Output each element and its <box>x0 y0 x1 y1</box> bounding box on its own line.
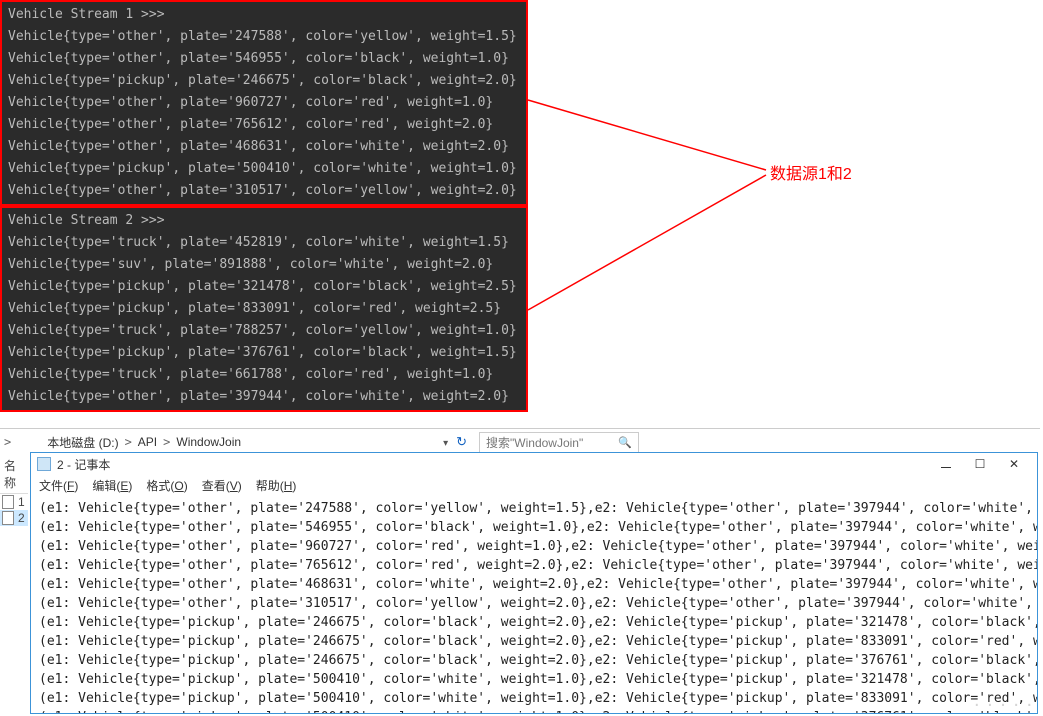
console-line: Vehicle{type='other', plate='960727', co… <box>8 92 520 114</box>
notepad-titlebar[interactable]: 2 - 记事本 ☐ ✕ <box>31 453 1037 475</box>
notepad-row: (e1: Vehicle{type='pickup', plate='24667… <box>39 632 1029 651</box>
console-line: Vehicle{type='other', plate='247588', co… <box>8 26 520 48</box>
file-list-panel: 名称 1 2 <box>0 455 28 526</box>
name-column-header[interactable]: 名称 <box>0 455 28 494</box>
close-button[interactable]: ✕ <box>997 454 1031 474</box>
console-line: Vehicle{type='other', plate='310517', co… <box>8 180 520 202</box>
file-icon <box>2 495 14 509</box>
annotation-text: 数据源1和2 <box>770 160 852 184</box>
maximize-button[interactable]: ☐ <box>963 454 997 474</box>
crumb-windowjoin[interactable]: WindowJoin <box>174 435 243 449</box>
console-area: Vehicle Stream 1 >>> Vehicle{type='other… <box>0 0 528 414</box>
breadcrumb[interactable]: 本地磁盘 (D:) API WindowJoin <box>45 434 243 451</box>
notepad-row: (e1: Vehicle{type='pickup', plate='50041… <box>39 708 1029 713</box>
console-line: Vehicle{type='pickup', plate='833091', c… <box>8 298 520 320</box>
file-icon <box>2 511 14 525</box>
notepad-row: (e1: Vehicle{type='other', plate='310517… <box>39 594 1029 613</box>
notepad-row: (e1: Vehicle{type='other', plate='546955… <box>39 518 1029 537</box>
menu-help[interactable]: 帮助(H) <box>250 476 303 495</box>
console-stream-1: Vehicle Stream 1 >>> Vehicle{type='other… <box>0 0 528 206</box>
search-icon <box>618 435 632 449</box>
notepad-row: (e1: Vehicle{type='pickup', plate='50041… <box>39 670 1029 689</box>
notepad-menubar: 文件(F) 编辑(E) 格式(O) 查看(V) 帮助(H) <box>31 475 1037 495</box>
dropdown-icon[interactable] <box>443 435 448 449</box>
notepad-row: (e1: Vehicle{type='other', plate='247588… <box>39 499 1029 518</box>
refresh-icon[interactable] <box>456 434 467 450</box>
console-line: Vehicle{type='other', plate='765612', co… <box>8 114 520 136</box>
minimize-button[interactable] <box>929 454 963 474</box>
console-header-1: Vehicle Stream 1 >>> <box>8 4 520 26</box>
console-line: Vehicle{type='pickup', plate='500410', c… <box>8 158 520 180</box>
menu-edit[interactable]: 编辑(E) <box>86 476 138 495</box>
console-stream-2: Vehicle Stream 2 >>> Vehicle{type='truck… <box>0 206 528 412</box>
notepad-icon <box>37 457 51 471</box>
menu-format[interactable]: 格式(O) <box>140 476 193 495</box>
console-line: Vehicle{type='pickup', plate='376761', c… <box>8 342 520 364</box>
file-label: 2 <box>18 511 25 525</box>
console-line: Vehicle{type='other', plate='468631', co… <box>8 136 520 158</box>
crumb-api[interactable]: API <box>136 435 159 449</box>
menu-view[interactable]: 查看(V) <box>196 476 248 495</box>
notepad-title: 2 - 记事本 <box>57 456 929 473</box>
explorer-bar: 本地磁盘 (D:) API WindowJoin 搜索"WindowJoin" <box>0 428 1040 452</box>
file-label: 1 <box>18 495 25 509</box>
console-line: Vehicle{type='pickup', plate='246675', c… <box>8 70 520 92</box>
console-line: Vehicle{type='suv', plate='891888', colo… <box>8 254 520 276</box>
chevron-icon <box>159 435 174 449</box>
file-item[interactable]: 1 <box>0 494 28 510</box>
breadcrumb-chevron-icon <box>4 435 11 449</box>
console-line: Vehicle{type='pickup', plate='321478', c… <box>8 276 520 298</box>
console-line: Vehicle{type='truck', plate='452819', co… <box>8 232 520 254</box>
chevron-icon <box>121 435 136 449</box>
console-header-2: Vehicle Stream 2 >>> <box>8 210 520 232</box>
console-line: Vehicle{type='other', plate='397944', co… <box>8 386 520 408</box>
search-placeholder: 搜索"WindowJoin" <box>486 434 583 451</box>
console-line: Vehicle{type='truck', plate='788257', co… <box>8 320 520 342</box>
notepad-row: (e1: Vehicle{type='other', plate='468631… <box>39 575 1029 594</box>
notepad-row: (e1: Vehicle{type='pickup', plate='50041… <box>39 689 1029 708</box>
notepad-row: (e1: Vehicle{type='pickup', plate='24667… <box>39 651 1029 670</box>
console-line: Vehicle{type='truck', plate='661788', co… <box>8 364 520 386</box>
search-input[interactable]: 搜索"WindowJoin" <box>479 432 639 453</box>
console-line: Vehicle{type='other', plate='546955', co… <box>8 48 520 70</box>
notepad-content[interactable]: (e1: Vehicle{type='other', plate='247588… <box>31 495 1037 713</box>
notepad-row: (e1: Vehicle{type='pickup', plate='24667… <box>39 613 1029 632</box>
notepad-window: 2 - 记事本 ☐ ✕ 文件(F) 编辑(E) 格式(O) 查看(V) 帮助(H… <box>30 452 1038 714</box>
file-item[interactable]: 2 <box>0 510 28 526</box>
notepad-row: (e1: Vehicle{type='other', plate='765612… <box>39 556 1029 575</box>
menu-file[interactable]: 文件(F) <box>33 476 84 495</box>
notepad-row: (e1: Vehicle{type='other', plate='960727… <box>39 537 1029 556</box>
crumb-disk[interactable]: 本地磁盘 (D:) <box>45 434 120 451</box>
